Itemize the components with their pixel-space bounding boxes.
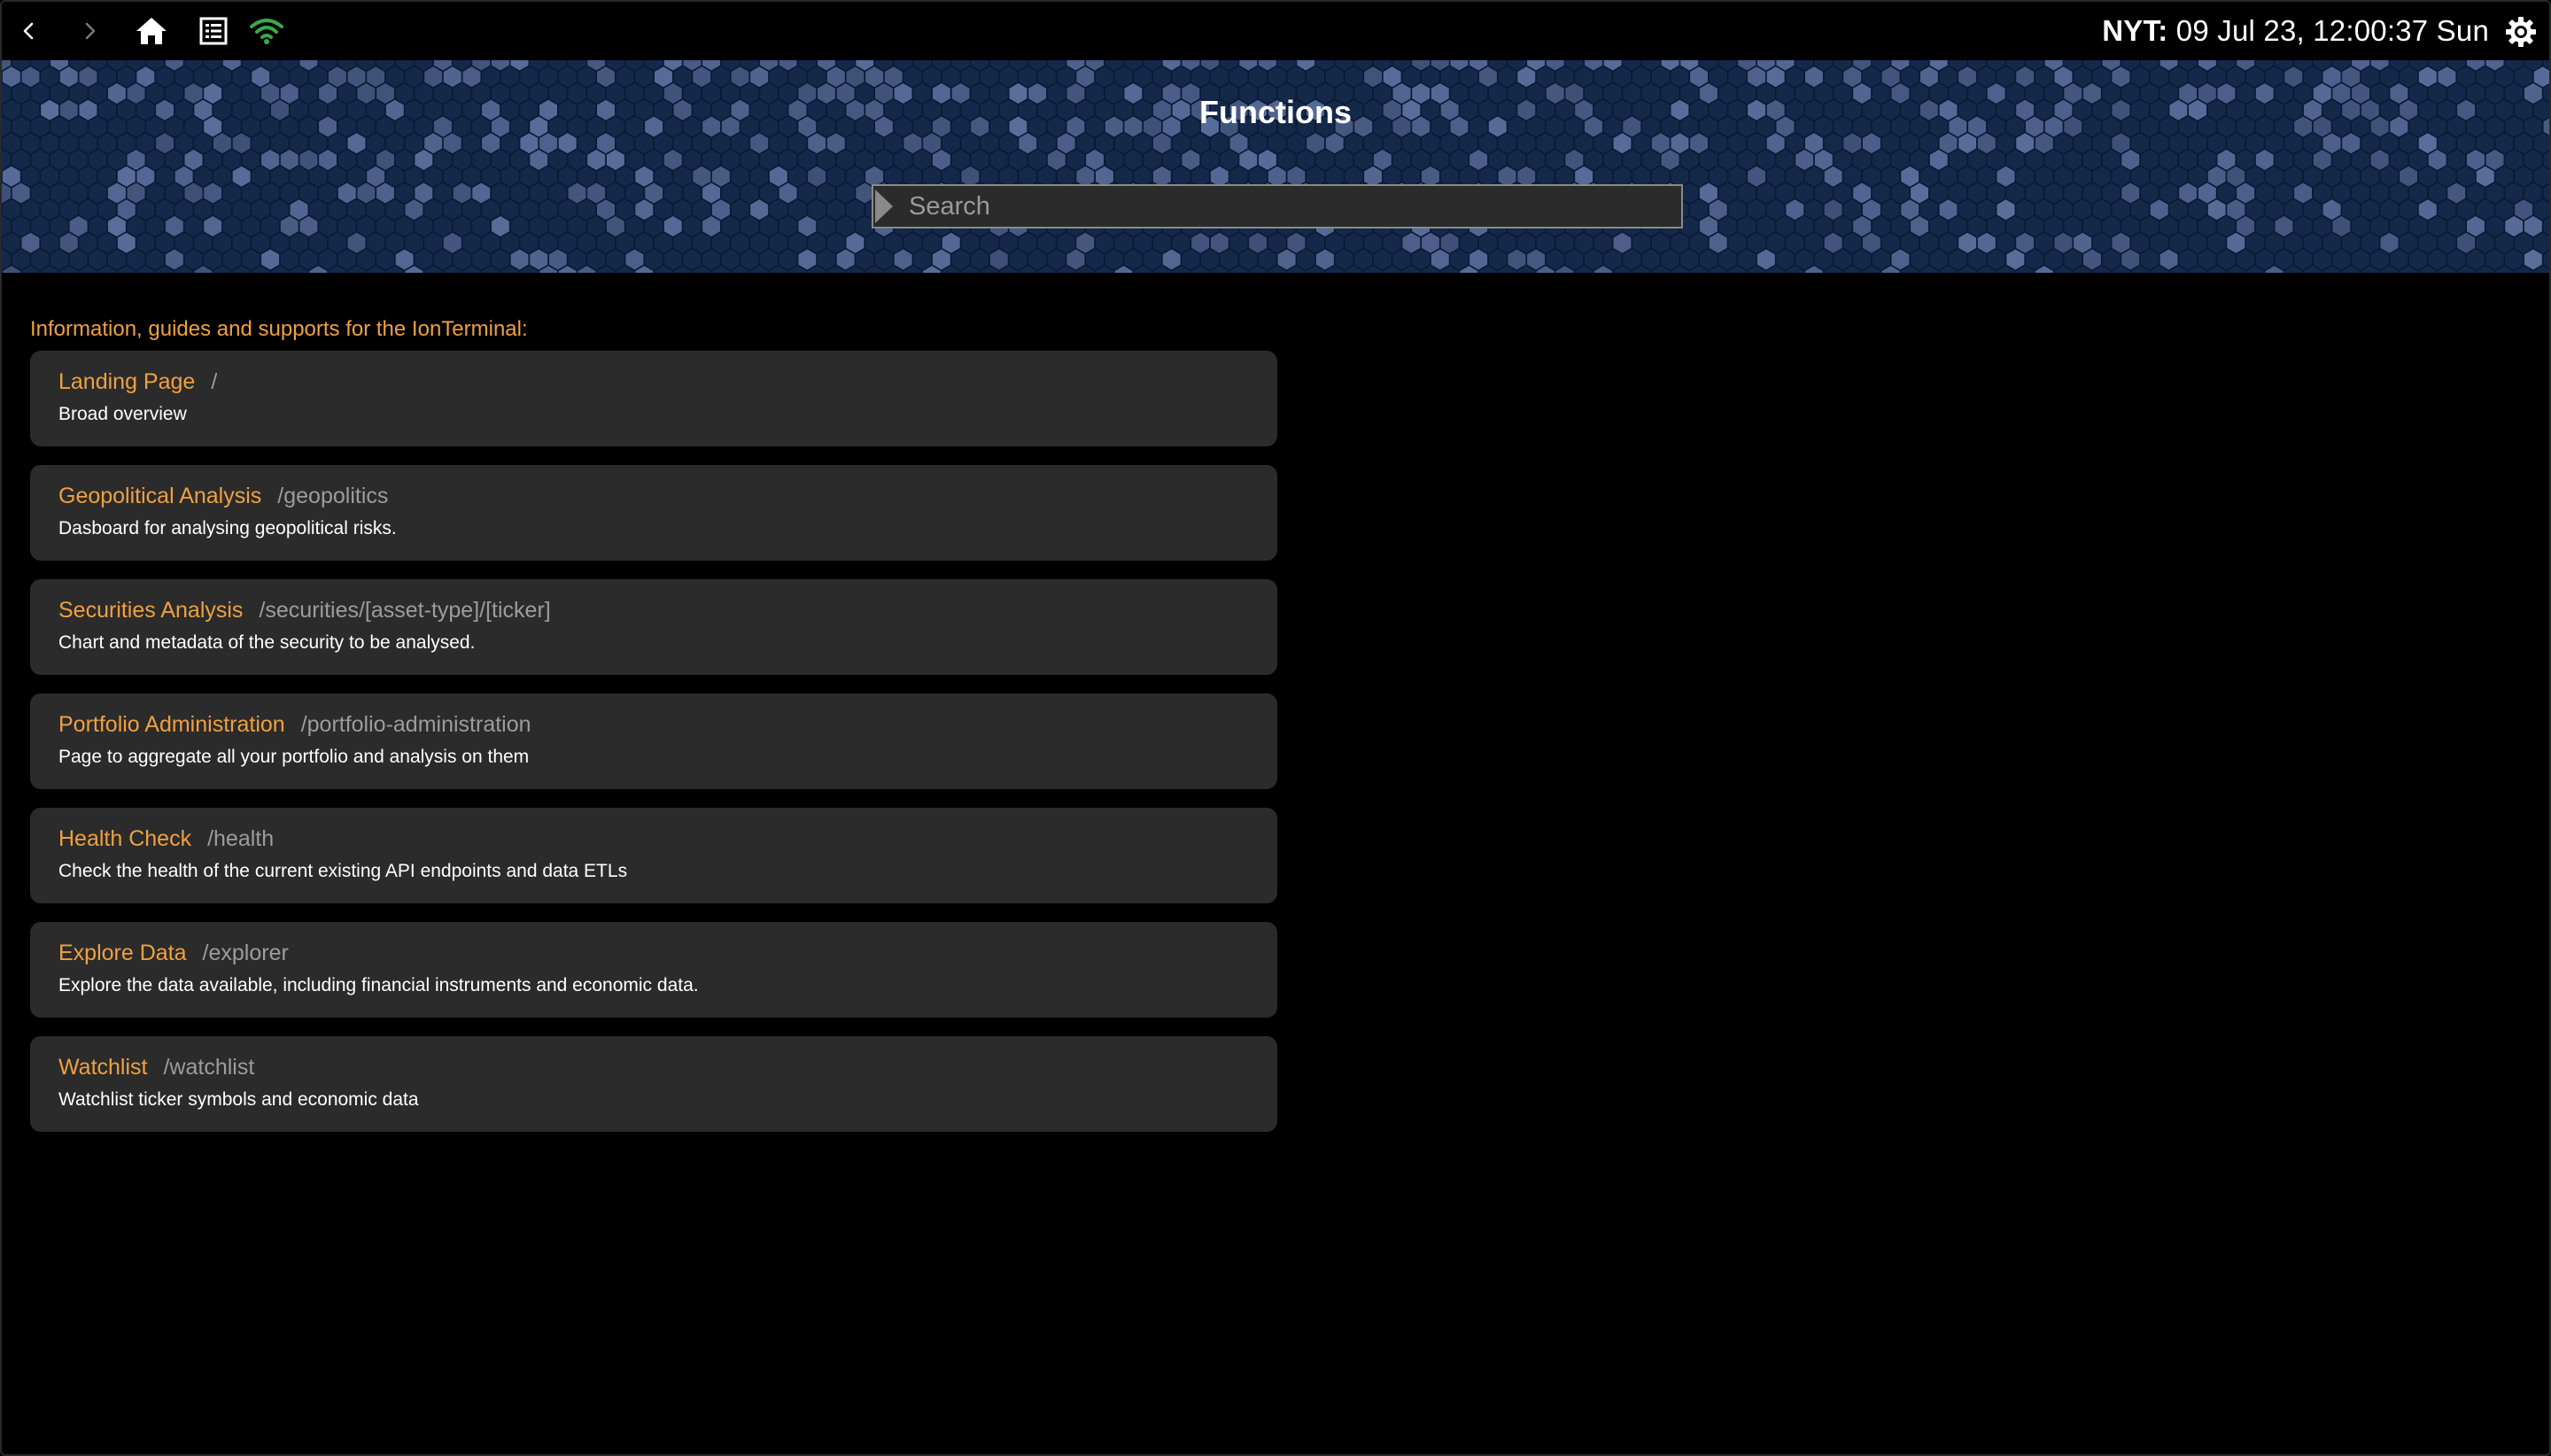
function-title[interactable]: Landing Page xyxy=(58,369,195,394)
search-box[interactable] xyxy=(872,184,1683,228)
functions-list-button[interactable] xyxy=(193,11,234,51)
top-bar: NYT: 09 Jul 23, 12:00:37 Sun xyxy=(2,2,2549,60)
function-description: Dasboard for analysing geopolitical risk… xyxy=(58,518,397,538)
function-route: /explorer xyxy=(202,941,289,965)
chevron-left-icon xyxy=(23,22,34,40)
function-title[interactable]: Watchlist xyxy=(58,1055,147,1080)
function-route: /portfolio-administration xyxy=(300,712,531,737)
intro-text: Information, guides and supports for the… xyxy=(30,317,528,341)
function-card-geopolitical-analysis[interactable]: Geopolitical Analysis/geopolitics Dasboa… xyxy=(30,465,1277,561)
function-description: Page to aggregate all your portfolio and… xyxy=(58,747,530,767)
function-card-watchlist[interactable]: Watchlist/watchlist Watchlist ticker sym… xyxy=(30,1036,1277,1132)
function-route: /securities/[asset-type]/[ticker] xyxy=(259,598,551,623)
function-title[interactable]: Portfolio Administration xyxy=(58,712,285,737)
function-route: /watchlist xyxy=(163,1055,255,1080)
wifi-icon xyxy=(250,19,283,44)
function-title[interactable]: Explore Data xyxy=(58,941,187,965)
function-card-securities-analysis[interactable]: Securities Analysis/securities/[asset-ty… xyxy=(30,579,1277,675)
clock-value: 09 Jul 23, 12:00:37 Sun xyxy=(2175,14,2489,47)
forward-button[interactable] xyxy=(69,11,110,51)
function-card-explore-data[interactable]: Explore Data/explorer Explore the data a… xyxy=(30,922,1277,1018)
app-window: NYT: 09 Jul 23, 12:00:37 Sun Functions S… xyxy=(0,0,2551,1456)
function-description: Watchlist ticker symbols and economic da… xyxy=(58,1089,419,1110)
function-route: /geopolitics xyxy=(277,484,389,508)
clock-label: NYT: xyxy=(2102,14,2168,47)
market-clock: NYT: 09 Jul 23, 12:00:37 Sun xyxy=(2102,14,2489,48)
function-description: Chart and metadata of the security to be… xyxy=(58,632,476,653)
function-description: Check the health of the current existing… xyxy=(58,861,628,881)
header-banner: Functions xyxy=(2,60,2549,273)
function-title[interactable]: Securities Analysis xyxy=(58,598,243,623)
page-title: Functions xyxy=(1199,94,1352,130)
functions-list: Landing Page / Broad overview Geopolitica… xyxy=(30,351,1277,1150)
function-card-landing-page[interactable]: Landing Page / Broad overview xyxy=(30,351,1277,446)
function-description: Broad overview xyxy=(58,404,187,424)
settings-button[interactable] xyxy=(2501,13,2540,50)
function-card-portfolio-administration[interactable]: Portfolio Administration/portfolio-admin… xyxy=(30,693,1277,789)
function-description: Explore the data available, including fi… xyxy=(58,975,699,995)
back-button[interactable] xyxy=(9,11,50,51)
gear-icon xyxy=(2506,17,2536,47)
chevron-right-icon xyxy=(875,190,893,223)
function-card-health-check[interactable]: Health Check/health Check the health of … xyxy=(30,808,1277,903)
search-input[interactable] xyxy=(909,186,1671,227)
function-title[interactable]: Geopolitical Analysis xyxy=(58,484,261,508)
home-icon xyxy=(136,18,167,44)
function-route: / xyxy=(211,369,218,394)
hexagon-pattern-background xyxy=(2,60,2549,273)
home-button[interactable] xyxy=(131,11,172,51)
function-route: /health xyxy=(207,826,275,851)
chevron-right-icon xyxy=(85,22,96,40)
connection-status[interactable] xyxy=(246,11,287,51)
function-title[interactable]: Health Check xyxy=(58,826,191,851)
list-icon xyxy=(199,17,228,45)
